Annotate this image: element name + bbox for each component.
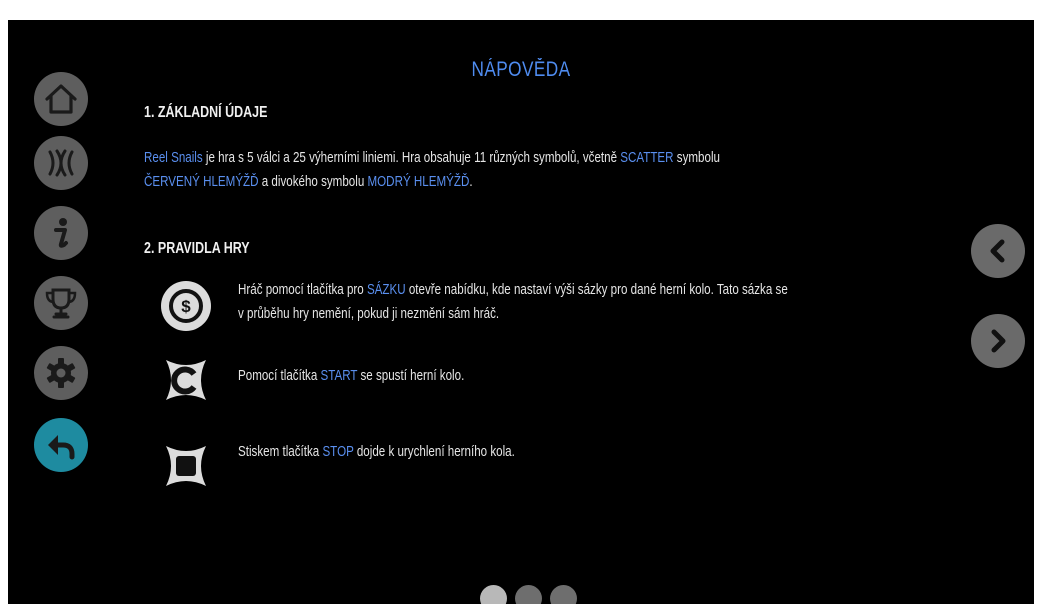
start-icon: [166, 360, 206, 400]
start-rule-text-2: se spustí herní kolo.: [357, 368, 465, 384]
section-heading-game-rules: 2. PRAVIDLA HRY: [144, 240, 250, 257]
chevron-right-icon: [991, 329, 1006, 353]
next-page-button[interactable]: [971, 314, 1025, 368]
previous-page-button[interactable]: [971, 224, 1025, 278]
settings-button[interactable]: [34, 346, 88, 400]
bet-icon: $: [161, 281, 211, 331]
stop-rule-text: Stiskem tlačítka STOP dojde k urychlení …: [238, 440, 515, 464]
chevron-left-icon: [990, 239, 1005, 263]
start-rule-text-1: Pomocí tlačítka: [238, 368, 321, 384]
svg-text:$: $: [181, 297, 191, 316]
stop-rule-text-2: dojde k urychlení herního kola.: [353, 444, 515, 460]
red-snail-keyword: ČERVENÝ HLEMÝŽĎ: [144, 174, 259, 190]
basic-info-text-2: symbolu: [673, 150, 720, 166]
bet-rule-text: Hráč pomocí tlačítka pro SÁZKU otevře na…: [238, 278, 788, 326]
bet-keyword: SÁZKU: [366, 282, 406, 298]
info-icon: [54, 218, 68, 248]
page-dot-2[interactable]: [515, 585, 542, 604]
scatter-keyword: SCATTER: [620, 150, 674, 166]
trophy-icon: [45, 288, 77, 319]
section-heading-basic-info: 1. ZÁKLADNÍ ÚDAJE: [144, 104, 268, 121]
blue-snail-keyword: MODRÝ HLEMÝŽĎ: [367, 174, 470, 190]
paylines-button[interactable]: [34, 136, 88, 190]
bet-rule-line-1: Hráč pomocí tlačítka pro SÁZKU otevře na…: [238, 278, 788, 302]
back-button[interactable]: [34, 418, 88, 472]
home-icon: [45, 84, 77, 114]
bet-rule-line-2: v průběhu hry nemění, pokud ji nezmění s…: [238, 306, 500, 322]
basic-info-paragraph: Reel Snails je hra s 5 válci a 25 výhern…: [144, 146, 720, 194]
page-dot-1[interactable]: [480, 585, 507, 604]
home-button[interactable]: [34, 72, 88, 126]
basic-info-text-4: .: [469, 174, 473, 190]
back-icon: [48, 435, 75, 460]
start-rule-text: Pomocí tlačítka START se spustí herní ko…: [238, 364, 464, 388]
settings-icon: [46, 358, 76, 388]
stop-keyword: STOP: [322, 444, 354, 460]
basic-info-text-3: a divokého symbolu: [258, 174, 368, 190]
bet-rule-text-1: Hráč pomocí tlačítka pro: [238, 282, 367, 298]
help-screen: NÁPOVĚDA 1. ZÁKLADNÍ ÚDAJE Reel Snails j…: [8, 20, 1034, 604]
basic-info-line-1: Reel Snails je hra s 5 válci a 25 výhern…: [144, 146, 720, 170]
bet-rule-text-2: otevře nabídku, kde nastaví výši sázky p…: [405, 282, 788, 298]
stop-rule-text-1: Stiskem tlačítka: [238, 444, 323, 460]
stop-icon: [166, 446, 206, 486]
info-button[interactable]: [34, 206, 88, 260]
page-dot-3[interactable]: [550, 585, 577, 604]
game-name: Reel Snails: [144, 150, 203, 166]
basic-info-text-1: je hra s 5 válci a 25 výherními liniemi.…: [202, 150, 621, 166]
basic-info-line-2: ČERVENÝ HLEMÝŽĎ a divokého symbolu MODRÝ…: [144, 170, 720, 194]
page-title: NÁPOVĚDA: [471, 58, 571, 81]
paylines-icon: [48, 149, 74, 177]
start-keyword: START: [320, 368, 358, 384]
trophy-button[interactable]: [34, 276, 88, 330]
